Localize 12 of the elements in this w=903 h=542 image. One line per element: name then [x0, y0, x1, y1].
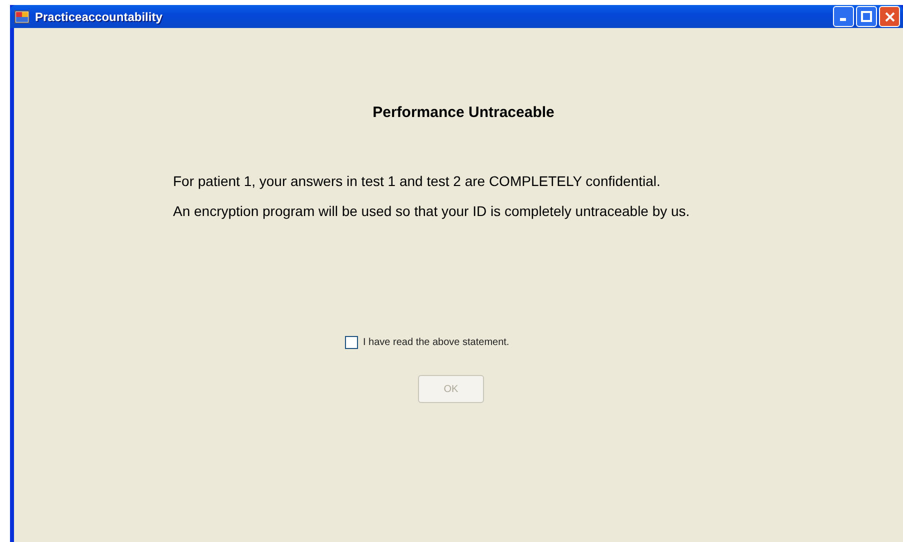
checkbox-label: I have read the above statement. [363, 337, 510, 348]
heading: Performance Untraceable [372, 104, 554, 121]
minimize-button[interactable] [833, 6, 854, 27]
app-icon [14, 8, 30, 24]
maximize-button[interactable] [856, 6, 877, 27]
maximize-icon [861, 11, 872, 22]
window-title: Practiceaccountability [35, 10, 164, 24]
statement-text: An encryption program will be used so that your ID is completely untraceable by us. [173, 203, 691, 219]
close-icon [884, 12, 894, 22]
statement-text: For patient 1, your answers in test 1 and test 2 are COMPLETELY confidential. [173, 173, 662, 189]
checkbox[interactable] [345, 336, 358, 349]
close-button[interactable] [879, 6, 900, 27]
